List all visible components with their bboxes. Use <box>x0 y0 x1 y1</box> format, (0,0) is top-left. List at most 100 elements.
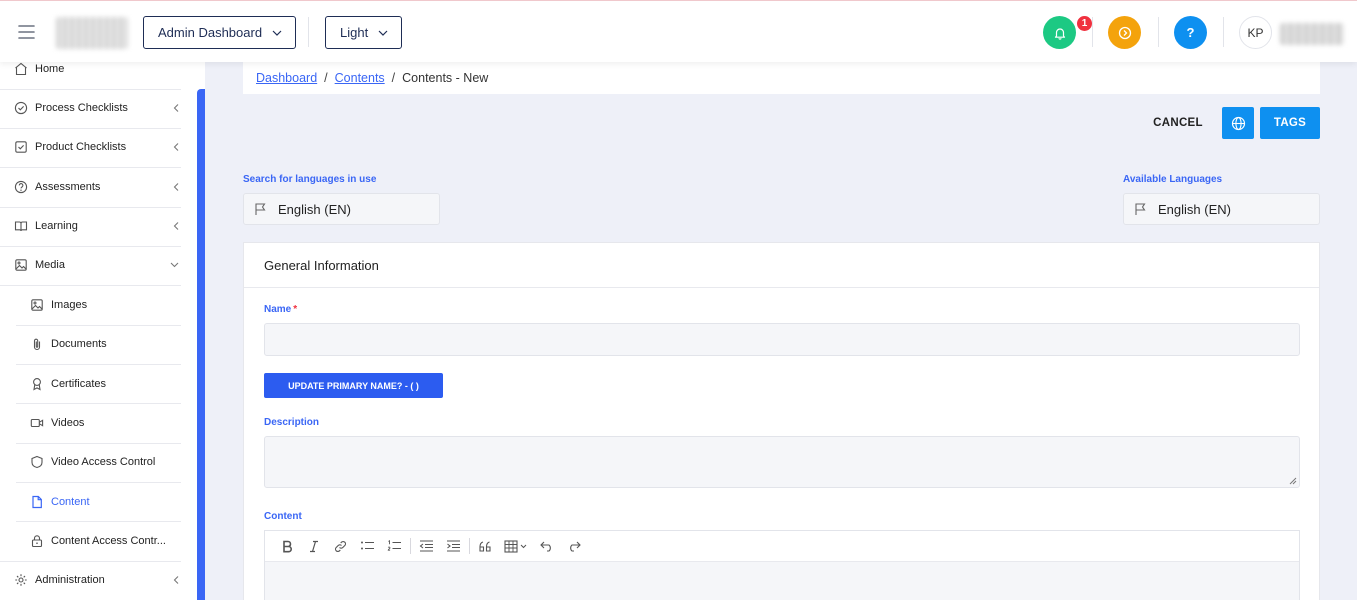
content-editor-body[interactable] <box>265 562 1299 600</box>
sidebar-divider <box>16 482 181 483</box>
search-languages-select[interactable]: English (EN) <box>243 193 440 225</box>
breadcrumb-current: Contents - New <box>402 71 489 85</box>
blockquote-button[interactable] <box>472 534 499 558</box>
sidebar-item-learning[interactable]: Learning <box>14 217 181 235</box>
undo-button[interactable] <box>533 534 560 558</box>
chevron-left-icon <box>173 143 179 152</box>
dashboard-select[interactable]: Admin Dashboard <box>143 16 297 49</box>
theme-select[interactable]: Light <box>325 16 403 49</box>
coins-button[interactable] <box>1108 16 1141 49</box>
sidebar-item-content[interactable]: Content <box>30 493 181 511</box>
indent-button[interactable] <box>440 534 467 558</box>
sidebar-divider <box>0 246 181 247</box>
chevron-left-icon <box>173 104 179 113</box>
sidebar-item-administration[interactable]: Administration <box>14 571 181 589</box>
sidebar-item-process-checklists[interactable]: Process Checklists <box>14 99 181 117</box>
description-textarea[interactable] <box>264 436 1300 488</box>
editor-toolbar <box>265 531 1299 562</box>
book-icon <box>14 219 28 233</box>
sidebar-item-content-access-control[interactable]: Content Access Contr... <box>30 532 181 550</box>
video-icon <box>30 416 44 430</box>
header-divider <box>1158 17 1159 47</box>
sidebar-divider <box>0 561 181 562</box>
sidebar-divider <box>16 325 181 326</box>
sidebar-item-documents[interactable]: Documents <box>30 335 181 353</box>
link-icon <box>334 540 347 553</box>
shield-icon <box>30 455 44 469</box>
outdent-button[interactable] <box>413 534 440 558</box>
available-languages-label: Available Languages <box>1123 174 1223 185</box>
translate-button[interactable] <box>1222 107 1254 139</box>
header-divider <box>1092 17 1093 47</box>
bold-button[interactable] <box>273 534 300 558</box>
sidebar-item-certificates[interactable]: Certificates <box>30 375 181 393</box>
header-divider <box>1223 17 1224 47</box>
chevron-down-icon <box>272 30 282 36</box>
sidebar-item-label: Process Checklists <box>35 102 128 114</box>
italic-button[interactable] <box>300 534 327 558</box>
sidebar-item-product-checklists[interactable]: Product Checklists <box>14 138 181 156</box>
user-avatar[interactable]: KP <box>1239 16 1272 49</box>
sidebar-item-media[interactable]: Media <box>14 256 181 274</box>
sidebar-divider <box>16 443 181 444</box>
resize-handle-icon[interactable] <box>1289 477 1297 485</box>
redo-icon <box>567 541 581 552</box>
sidebar-item-label: Images <box>51 299 88 311</box>
numbered-list-button[interactable] <box>381 534 408 558</box>
table-button[interactable] <box>499 534 533 558</box>
sidebar-divider <box>16 521 181 522</box>
top-header: Admin Dashboard Light 1 ? KP <box>0 0 1357 62</box>
bulleted-list-button[interactable] <box>354 534 381 558</box>
notification-badge: 1 <box>1077 16 1092 31</box>
name-label-text: Name <box>264 304 292 315</box>
cancel-button[interactable]: CANCEL <box>1147 107 1209 139</box>
sidebar-scrollbar[interactable] <box>197 89 205 600</box>
chevron-left-icon <box>173 183 179 192</box>
description-label: Description <box>264 417 320 428</box>
sidebar-item-videos[interactable]: Videos <box>30 414 181 432</box>
card-title: General Information <box>244 243 1319 288</box>
paperclip-icon <box>30 337 44 351</box>
help-button[interactable]: ? <box>1174 16 1207 49</box>
sidebar-divider <box>0 285 181 286</box>
bulleted-list-icon <box>360 540 375 552</box>
dashboard-select-value: Admin Dashboard <box>158 25 263 40</box>
quote-icon <box>479 540 492 552</box>
undo-icon <box>539 541 554 552</box>
sidebar-item-label: Assessments <box>35 181 101 193</box>
sidebar-item-label: Video Access Control <box>51 456 156 468</box>
breadcrumb-contents-link[interactable]: Contents <box>335 71 385 85</box>
sidebar-divider <box>0 207 181 208</box>
breadcrumb-separator: / <box>324 71 328 85</box>
chevron-left-icon <box>173 222 179 231</box>
breadcrumb: Dashboard / Contents / Contents - New <box>243 62 1320 94</box>
company-logo <box>56 17 128 49</box>
sidebar-divider <box>16 364 181 365</box>
sidebar-item-images[interactable]: Images <box>30 296 181 314</box>
available-languages-select[interactable]: English (EN) <box>1123 193 1320 225</box>
sidebar-item-label: Administration <box>35 574 105 586</box>
question-circle-icon <box>14 180 28 194</box>
sidebar-item-video-access-control[interactable]: Video Access Control <box>30 453 181 471</box>
bell-icon <box>1053 26 1067 40</box>
redo-button[interactable] <box>560 534 587 558</box>
required-mark: * <box>293 304 298 315</box>
table-icon <box>504 539 528 553</box>
update-primary-name-button[interactable]: UPDATE PRIMARY NAME? - ( ) <box>264 373 443 398</box>
available-languages-value: English (EN) <box>1158 201 1231 217</box>
image-icon <box>14 258 28 272</box>
sidebar-item-label: Documents <box>51 338 107 350</box>
link-button[interactable] <box>327 534 354 558</box>
content-editor <box>264 530 1300 600</box>
notifications-button[interactable] <box>1043 16 1076 49</box>
hamburger-menu-icon[interactable] <box>17 23 37 41</box>
chevron-left-icon <box>173 576 179 585</box>
name-input[interactable] <box>264 323 1300 356</box>
sidebar-item-home[interactable]: Home <box>14 60 181 78</box>
search-languages-value: English (EN) <box>278 201 351 217</box>
sidebar-item-label: Content Access Contr... <box>51 535 166 547</box>
breadcrumb-dashboard-link[interactable]: Dashboard <box>256 71 317 85</box>
sidebar-item-assessments[interactable]: Assessments <box>14 178 181 196</box>
user-name[interactable] <box>1280 23 1344 45</box>
tags-button[interactable]: TAGS <box>1260 107 1320 139</box>
